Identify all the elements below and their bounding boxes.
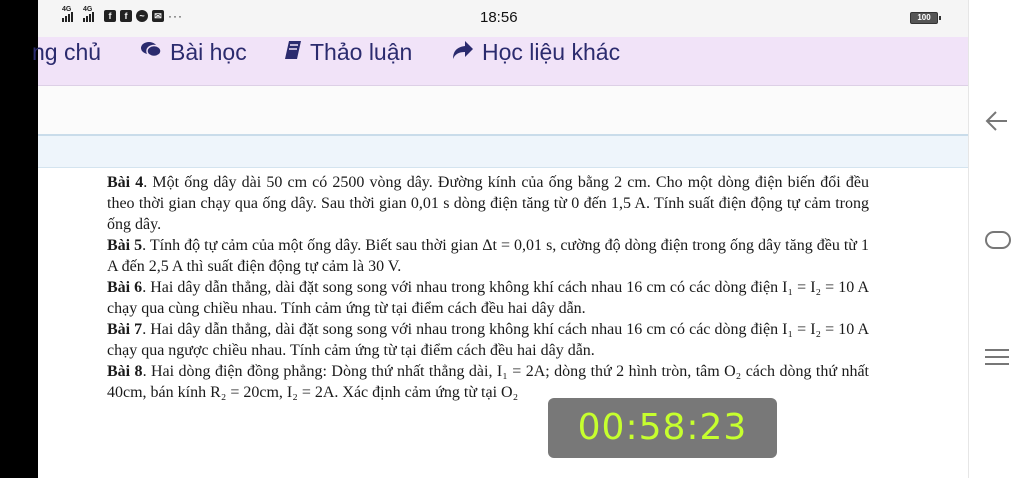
problem-body: . Một ống dây dài 50 cm có 2500 vòng dây…: [107, 174, 869, 233]
problem-title: Bài 8: [107, 363, 143, 380]
messenger-icon: ~: [136, 10, 148, 22]
nav-home[interactable]: ng chủ: [32, 39, 101, 66]
content-header-space: [38, 86, 968, 134]
system-navigation: [968, 0, 1024, 478]
nav-lessons-label: Bài học: [170, 39, 247, 65]
problem-title: Bài 4: [107, 174, 144, 191]
problem-7: Bài 7. Hai dây dẫn thẳng, dài đặt song s…: [107, 319, 869, 361]
book-icon: [284, 40, 302, 66]
problem-6: Bài 6. Hai dây dẫn thẳng, dài đặt song s…: [107, 277, 869, 319]
back-arrow-icon[interactable]: [985, 110, 1009, 139]
facebook-icon: f: [104, 10, 116, 22]
left-black-bar: [0, 0, 38, 478]
document-header-band: [38, 134, 968, 168]
signal-icon: 4G: [83, 6, 94, 22]
mail-icon: ✉: [152, 10, 164, 22]
battery-icon: 100: [910, 12, 941, 24]
facebook-icon: f: [120, 10, 132, 22]
problem-body: . Tính độ tự cảm của một ống dây. Biết s…: [107, 237, 869, 275]
nav-discussion-label: Thảo luận: [310, 39, 413, 65]
document-text: Bài 4. Một ống dây dài 50 cm có 2500 vòn…: [107, 172, 869, 403]
problem-body: . Hai dây dẫn thẳng, dài đặt song song v…: [107, 279, 869, 317]
problem-title: Bài 5: [107, 237, 143, 254]
top-navigation: ng chủ Bài học Thảo luận Học liệu khác: [32, 37, 968, 86]
problem-body: . Hai dòng điện đồng phẳng: Dòng thứ nhấ…: [107, 363, 869, 401]
status-bar: 4G 4G f f ~ ✉ ··· 18:56 100: [38, 0, 968, 37]
nav-discussion[interactable]: Thảo luận: [284, 39, 412, 66]
problem-title: Bài 6: [107, 279, 143, 296]
nav-other-materials-label: Học liệu khác: [482, 39, 621, 65]
problem-8: Bài 8. Hai dòng điện đồng phẳng: Dòng th…: [107, 361, 869, 403]
menu-icon[interactable]: [985, 349, 1009, 365]
signal-icon: 4G: [62, 6, 73, 22]
share-arrow-icon: [452, 40, 474, 66]
problem-body: . Hai dây dẫn thẳng, dài đặt song song v…: [107, 321, 869, 359]
nav-other-materials[interactable]: Học liệu khác: [452, 39, 620, 66]
problem-title: Bài 7: [107, 321, 143, 338]
nav-home-label: ng chủ: [32, 39, 102, 65]
nav-lessons[interactable]: Bài học: [140, 39, 247, 66]
clock: 18:56: [480, 9, 518, 26]
timer-overlay[interactable]: 00:58:23: [548, 398, 777, 458]
more-notifications: ···: [168, 9, 183, 23]
problem-5: Bài 5. Tính độ tự cảm của một ống dây. B…: [107, 235, 869, 277]
document-view[interactable]: Bài 4. Một ống dây dài 50 cm có 2500 vòn…: [38, 168, 968, 478]
chat-icon: [140, 40, 162, 66]
status-icons: 4G 4G f f ~ ✉ ···: [62, 6, 183, 23]
home-icon[interactable]: [985, 231, 1011, 249]
problem-4: Bài 4. Một ống dây dài 50 cm có 2500 vòn…: [107, 172, 869, 235]
